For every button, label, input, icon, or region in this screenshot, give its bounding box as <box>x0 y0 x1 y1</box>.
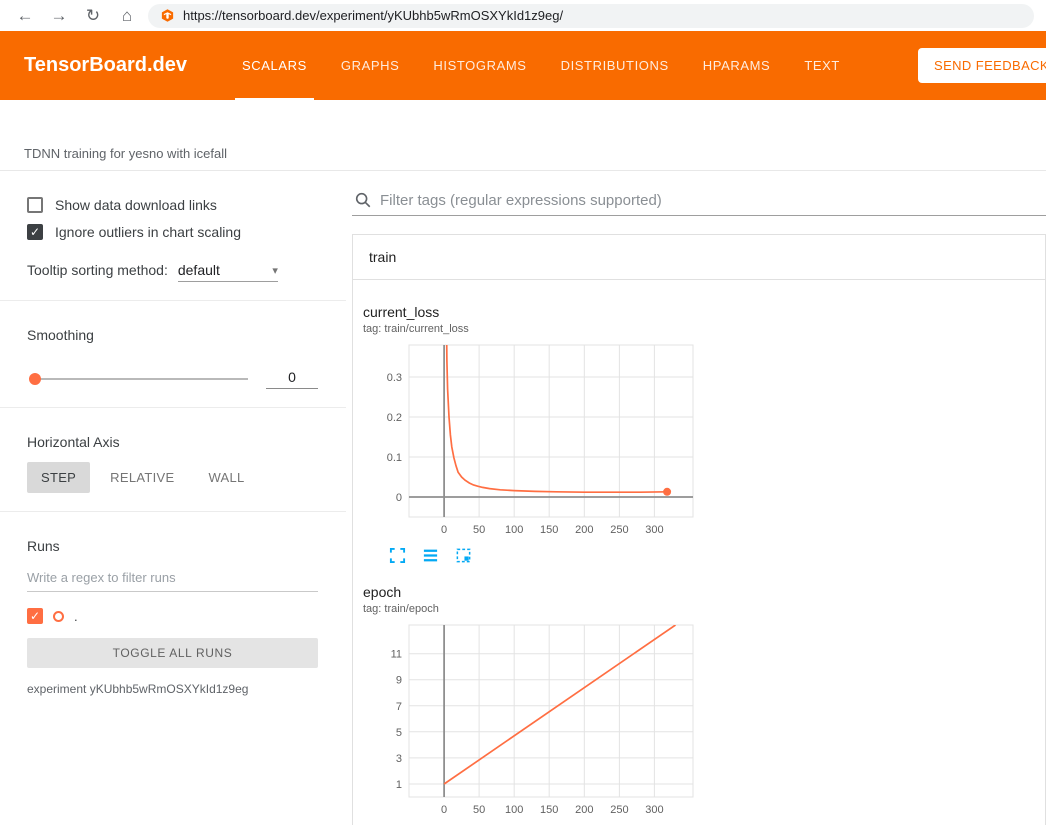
svg-text:150: 150 <box>540 804 558 816</box>
svg-text:50: 50 <box>473 524 485 536</box>
ignore-outliers-label: Ignore outliers in chart scaling <box>55 224 241 240</box>
show-download-links-checkbox[interactable] <box>27 197 43 213</box>
main-nav-tabs: SCALARSGRAPHSHISTOGRAMSDISTRIBUTIONSHPAR… <box>225 31 857 100</box>
smoothing-value[interactable]: 0 <box>266 369 318 389</box>
run-checkbox[interactable] <box>27 608 43 624</box>
show-download-links-label: Show data download links <box>55 197 217 213</box>
back-icon[interactable]: ← <box>12 6 38 26</box>
svg-text:0: 0 <box>396 492 402 504</box>
home-icon[interactable]: ⌂ <box>114 6 140 26</box>
smoothing-label: Smoothing <box>27 327 318 343</box>
svg-text:3: 3 <box>396 753 402 765</box>
chevron-down-icon: ▾ <box>272 264 278 277</box>
run-color-swatch-icon <box>53 611 64 622</box>
svg-text:9: 9 <box>396 675 402 687</box>
runs-section: Runs . TOGGLE ALL RUNS experiment yKUbhb… <box>0 512 346 714</box>
forward-icon[interactable]: → <box>46 6 72 26</box>
horizontal-axis-section: Horizontal Axis STEP RELATIVE WALL <box>0 408 346 512</box>
url-text: https://tensorboard.dev/experiment/yKUbh… <box>183 8 563 23</box>
svg-text:100: 100 <box>505 804 523 816</box>
send-feedback-button[interactable]: SEND FEEDBACK <box>918 48 1046 83</box>
svg-text:0.2: 0.2 <box>387 412 402 424</box>
app-header: TensorBoard.dev SCALARSGRAPHSHISTOGRAMSD… <box>0 31 1046 100</box>
svg-text:300: 300 <box>645 524 663 536</box>
tensorboard-favicon <box>160 8 175 23</box>
svg-text:200: 200 <box>575 524 593 536</box>
show-download-links-row[interactable]: Show data download links <box>27 197 318 213</box>
tooltip-sorting-dropdown[interactable]: default ▾ <box>178 262 278 282</box>
tag-group-card: train current_loss tag: train/current_lo… <box>352 234 1046 825</box>
svg-text:150: 150 <box>540 524 558 536</box>
svg-text:250: 250 <box>610 804 628 816</box>
line-chart[interactable]: 0 50 100 150 200 250 300 1 3 5 7 9 11 <box>363 621 699 821</box>
svg-text:50: 50 <box>473 804 485 816</box>
app-logo[interactable]: TensorBoard.dev <box>24 54 187 77</box>
tab-graphs[interactable]: GRAPHS <box>324 31 417 100</box>
fit-domain-icon[interactable] <box>455 547 472 564</box>
svg-text:7: 7 <box>396 701 402 713</box>
run-list-item[interactable]: . <box>27 608 318 624</box>
experiment-header: TDNN training for yesno with icefall <box>0 100 1046 171</box>
smoothing-slider[interactable] <box>33 378 248 380</box>
chart-actions <box>363 547 699 564</box>
tag-group-title[interactable]: train <box>353 235 1045 280</box>
tab-hparams[interactable]: HPARAMS <box>686 31 788 100</box>
tag-filter-row <box>352 171 1046 216</box>
data-table-icon[interactable] <box>422 547 439 564</box>
runs-label: Runs <box>27 538 318 554</box>
chart-card: epoch tag: train/epoch 0 50 100 150 200 250 30… <box>357 572 705 825</box>
line-chart[interactable]: 0 50 100 150 200 250 300 0 0.1 0.2 0.3 <box>363 341 699 541</box>
experiment-title: TDNN training for yesno with icefall <box>24 146 227 161</box>
svg-text:100: 100 <box>505 524 523 536</box>
svg-text:300: 300 <box>645 804 663 816</box>
horizontal-axis-label: Horizontal Axis <box>27 434 318 450</box>
chart-tag: tag: train/current_loss <box>363 323 699 335</box>
axis-relative-button[interactable]: RELATIVE <box>96 462 188 493</box>
tab-scalars[interactable]: SCALARS <box>225 31 324 100</box>
svg-text:250: 250 <box>610 524 628 536</box>
chart-title: current_loss <box>363 304 699 320</box>
settings-sidebar: Show data download links Ignore outliers… <box>0 171 346 825</box>
chart-tag: tag: train/epoch <box>363 603 699 615</box>
scalars-dashboard: train current_loss tag: train/current_lo… <box>346 171 1046 825</box>
run-name: . <box>74 609 78 624</box>
tooltip-sorting-value: default <box>178 262 220 278</box>
tooltip-sorting-label: Tooltip sorting method: <box>27 262 168 278</box>
chart-title: epoch <box>363 584 699 600</box>
expand-chart-icon[interactable] <box>389 547 406 564</box>
svg-text:0.3: 0.3 <box>387 372 402 384</box>
svg-text:0: 0 <box>441 804 447 816</box>
smoothing-slider-row: 0 <box>27 369 318 389</box>
axis-step-button[interactable]: STEP <box>27 462 90 493</box>
toggle-all-runs-button[interactable]: TOGGLE ALL RUNS <box>27 638 318 668</box>
svg-text:0: 0 <box>441 524 447 536</box>
svg-text:5: 5 <box>396 727 402 739</box>
ignore-outliers-checkbox[interactable] <box>27 224 43 240</box>
address-bar[interactable]: https://tensorboard.dev/experiment/yKUbh… <box>148 4 1034 28</box>
axis-wall-button[interactable]: WALL <box>194 462 258 493</box>
svg-text:0.1: 0.1 <box>387 452 402 464</box>
tab-histograms[interactable]: HISTOGRAMS <box>416 31 543 100</box>
tab-text[interactable]: TEXT <box>787 31 857 100</box>
runs-filter-input[interactable] <box>27 564 318 592</box>
horizontal-axis-buttons: STEP RELATIVE WALL <box>27 462 318 493</box>
charts-grid: current_loss tag: train/current_loss 050… <box>353 280 1045 825</box>
tab-distributions[interactable]: DISTRIBUTIONS <box>544 31 686 100</box>
smoothing-slider-thumb[interactable] <box>29 373 41 385</box>
ignore-outliers-row[interactable]: Ignore outliers in chart scaling <box>27 224 318 240</box>
svg-text:1: 1 <box>396 779 402 791</box>
reload-icon[interactable]: ↻ <box>80 6 106 26</box>
chart-card: current_loss tag: train/current_loss 0 50… <box>357 292 705 572</box>
browser-toolbar: ← → ↻ ⌂ https://tensorboard.dev/experime… <box>0 0 1046 31</box>
general-settings-section: Show data download links Ignore outliers… <box>0 171 346 301</box>
smoothing-section: Smoothing 0 <box>0 301 346 408</box>
tag-filter-input[interactable] <box>380 192 1046 209</box>
tooltip-sorting-row: Tooltip sorting method: default ▾ <box>27 262 318 282</box>
search-icon <box>354 191 372 209</box>
experiment-id-note: experiment yKUbhb5wRmOSXYkId1z9eg <box>27 682 318 696</box>
svg-text:11: 11 <box>391 649 402 661</box>
svg-text:200: 200 <box>575 804 593 816</box>
